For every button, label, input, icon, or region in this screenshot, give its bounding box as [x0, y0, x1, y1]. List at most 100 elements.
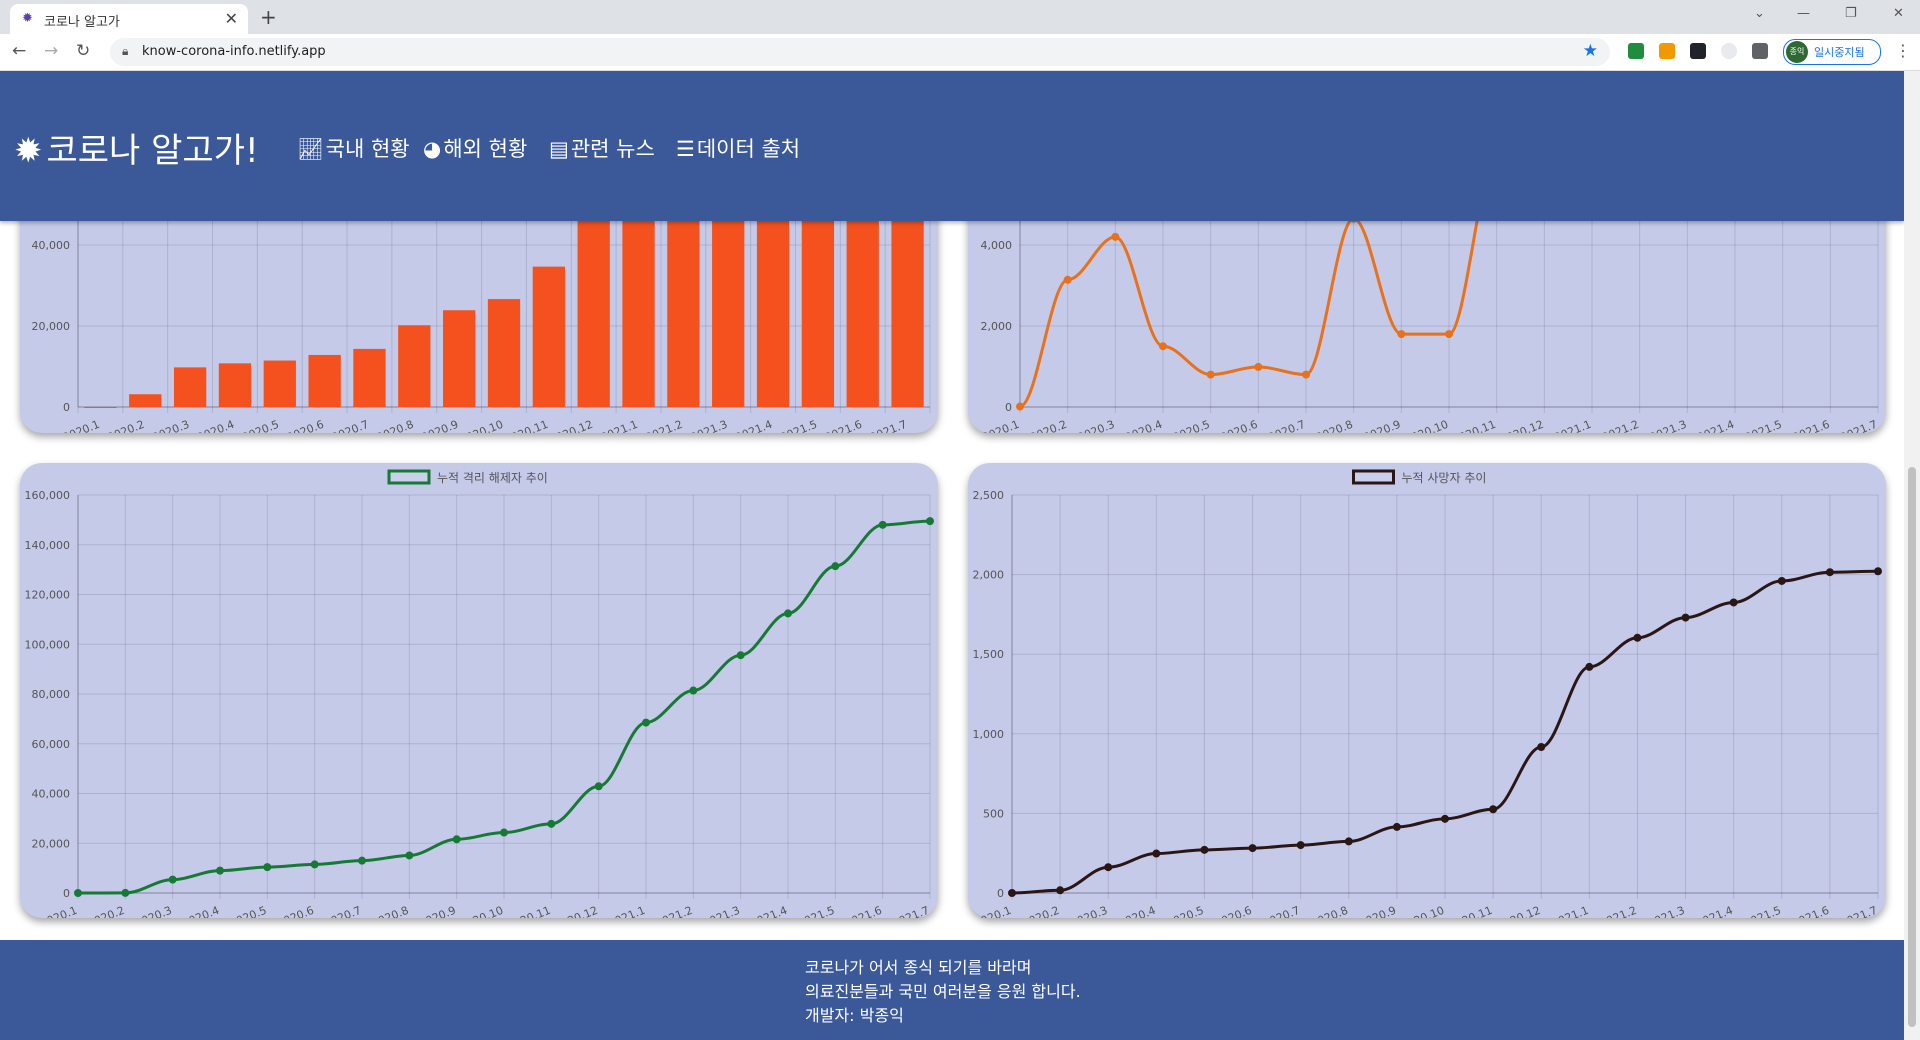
x-tick-label: 2021.1: [1553, 418, 1594, 433]
data-point: [1489, 805, 1498, 814]
browser-menu-icon[interactable]: ⋮: [1895, 41, 1911, 60]
bar: [443, 310, 476, 407]
x-tick-label: 2021.3: [1646, 904, 1687, 918]
x-tick-label: 2020.10: [1399, 904, 1446, 918]
new-tab-icon[interactable]: +: [260, 5, 277, 29]
x-tick-label: 2021.3: [701, 904, 742, 918]
data-point: [642, 718, 650, 727]
nav-overseas[interactable]: ◕해외 현황: [423, 133, 527, 163]
recovered-line-chart: 0 20,000 40,000 60,000 80,000 100,000 120,000 1…: [25, 469, 934, 918]
window-close-icon[interactable]: ✕: [1893, 6, 1904, 21]
extensions-puzzle-icon[interactable]: [1752, 43, 1768, 59]
footer-line-3: 개발자: 박종익: [805, 1006, 904, 1025]
data-point: [405, 851, 414, 860]
address-bar[interactable]: 🔒︎ know-corona-info.netlify.app ★: [110, 38, 1610, 66]
x-tick-label: 2020.11: [505, 904, 552, 918]
x-tick-label: 2021.1: [607, 904, 648, 918]
scrollbar-thumb[interactable]: [1908, 467, 1916, 1027]
x-tick-label: 2021.4: [749, 904, 790, 918]
data-point: [689, 686, 698, 695]
data-point: [1056, 886, 1065, 895]
x-tick-label: 2020.1: [39, 904, 80, 918]
x-tick-label: 2020.9: [417, 904, 458, 918]
x-tick-label: 2021.1: [599, 418, 640, 433]
x-tick-label: 2020.7: [1261, 904, 1302, 918]
data-point: [1254, 362, 1263, 371]
x-tick-label: 2020.12: [553, 904, 600, 918]
nav-domestic[interactable]: 📈︎국내 현황: [297, 133, 410, 163]
extension-react-icon[interactable]: [1690, 43, 1706, 59]
legend-swatch: [1352, 469, 1395, 485]
x-tick-label: 2021.7: [1839, 418, 1880, 433]
tab-search-icon[interactable]: ⌄: [1754, 6, 1765, 21]
data-point: [1777, 576, 1786, 585]
x-tick-label: 2020.12: [1495, 904, 1542, 918]
x-tick-label: 2020.11: [503, 418, 550, 433]
data-point: [358, 856, 366, 865]
x-tick-label: 2020.1: [973, 904, 1014, 918]
data-point: [500, 828, 508, 837]
reload-icon[interactable]: ↻: [76, 41, 90, 61]
server-icon: ☰: [676, 137, 695, 161]
url-text: know-corona-info.netlify.app: [142, 44, 326, 59]
extension-bag-icon[interactable]: [1659, 43, 1675, 59]
x-tick-label: 2020.6: [1219, 418, 1260, 433]
nav-data-source[interactable]: ☰데이터 출처: [676, 133, 800, 163]
y-tick-label: 40,000: [32, 788, 71, 801]
bar: [398, 325, 431, 407]
data-point: [1537, 743, 1546, 752]
data-point: [926, 517, 934, 526]
data-point: [1152, 849, 1161, 858]
profile-button[interactable]: 종익 일시중지됨: [1783, 39, 1881, 65]
extension-circle-icon[interactable]: [1721, 43, 1737, 59]
minimize-icon[interactable]: —: [1797, 6, 1810, 21]
x-tick-label: 2020.5: [240, 418, 281, 433]
data-point: [831, 562, 840, 571]
x-tick-label: 2020.7: [1267, 418, 1308, 433]
data-point: [547, 819, 556, 828]
deaths-line-chart: 0 500 1,000 1,500 2,000 2,500 2020.1 2020.2 2020…: [973, 469, 1882, 918]
x-tick-label: 2020.8: [375, 418, 416, 433]
y-tick-label: 2,500: [973, 489, 1005, 502]
x-tick-label: 2020.4: [196, 418, 237, 433]
x-tick-label: 2020.10: [458, 418, 505, 433]
x-tick-label: 2020.2: [106, 418, 147, 433]
site-logo[interactable]: ✹ 코로나 알고가!: [14, 123, 259, 172]
x-tick-label: 2021.5: [778, 418, 819, 433]
close-tab-icon[interactable]: ✕: [225, 9, 238, 28]
back-icon[interactable]: ←: [12, 41, 26, 61]
x-tick-label: 2020.3: [1069, 904, 1110, 918]
browser-tab[interactable]: ✹ 코로나 알고가 ✕: [10, 4, 248, 34]
data-point: [1206, 370, 1215, 379]
x-tick-label: 2020.3: [1076, 418, 1117, 433]
site-footer: 코로나가 어서 종식 되기를 바라며 의료진분들과 국민 여러분을 응원 합니다…: [0, 940, 1904, 1040]
x-tick-label: 2021.4: [1696, 418, 1737, 433]
x-tick-label: 2020.4: [1117, 904, 1158, 918]
y-tick-label: 160,000: [25, 489, 71, 502]
nav-news-label: 관련 뉴스: [570, 137, 655, 161]
restore-icon[interactable]: ❐: [1845, 6, 1857, 21]
y-tick-label: 20,000: [32, 320, 71, 333]
page-scrollbar[interactable]: [1904, 71, 1920, 1040]
avatar: 종익: [1786, 41, 1808, 63]
x-tick-label: 2021.1: [1550, 904, 1591, 918]
x-tick-label: 2021.6: [823, 418, 864, 433]
nav-news[interactable]: ▤관련 뉴스: [549, 133, 655, 163]
data-point: [594, 782, 603, 791]
y-tick-label: 1,000: [973, 728, 1005, 741]
y-tick-label: 0: [997, 887, 1004, 900]
data-point: [452, 835, 461, 844]
legend-label: 누적 격리 해제자 추이: [437, 471, 548, 485]
x-tick-label: 2021.6: [1791, 418, 1832, 433]
extension-shield-icon[interactable]: [1628, 43, 1644, 59]
bookmark-star-icon[interactable]: ★: [1583, 41, 1598, 61]
y-tick-label: 140,000: [25, 539, 71, 552]
forward-icon[interactable]: →: [44, 41, 58, 61]
site-header: ✹ 코로나 알고가! 📈︎국내 현황 ◕해외 현황 ▤관련 뉴스 ☰데이터 출처: [0, 71, 1904, 221]
data-point: [1111, 232, 1120, 241]
y-tick-label: 0: [63, 887, 70, 900]
data-point: [1008, 889, 1016, 897]
page-viewport: ✹ 코로나 알고가! 📈︎국내 현황 ◕해외 현황 ▤관련 뉴스 ☰데이터 출처 …: [0, 71, 1904, 1040]
x-tick-label: 2020.5: [1165, 904, 1206, 918]
y-tick-label: 0: [1005, 401, 1012, 414]
